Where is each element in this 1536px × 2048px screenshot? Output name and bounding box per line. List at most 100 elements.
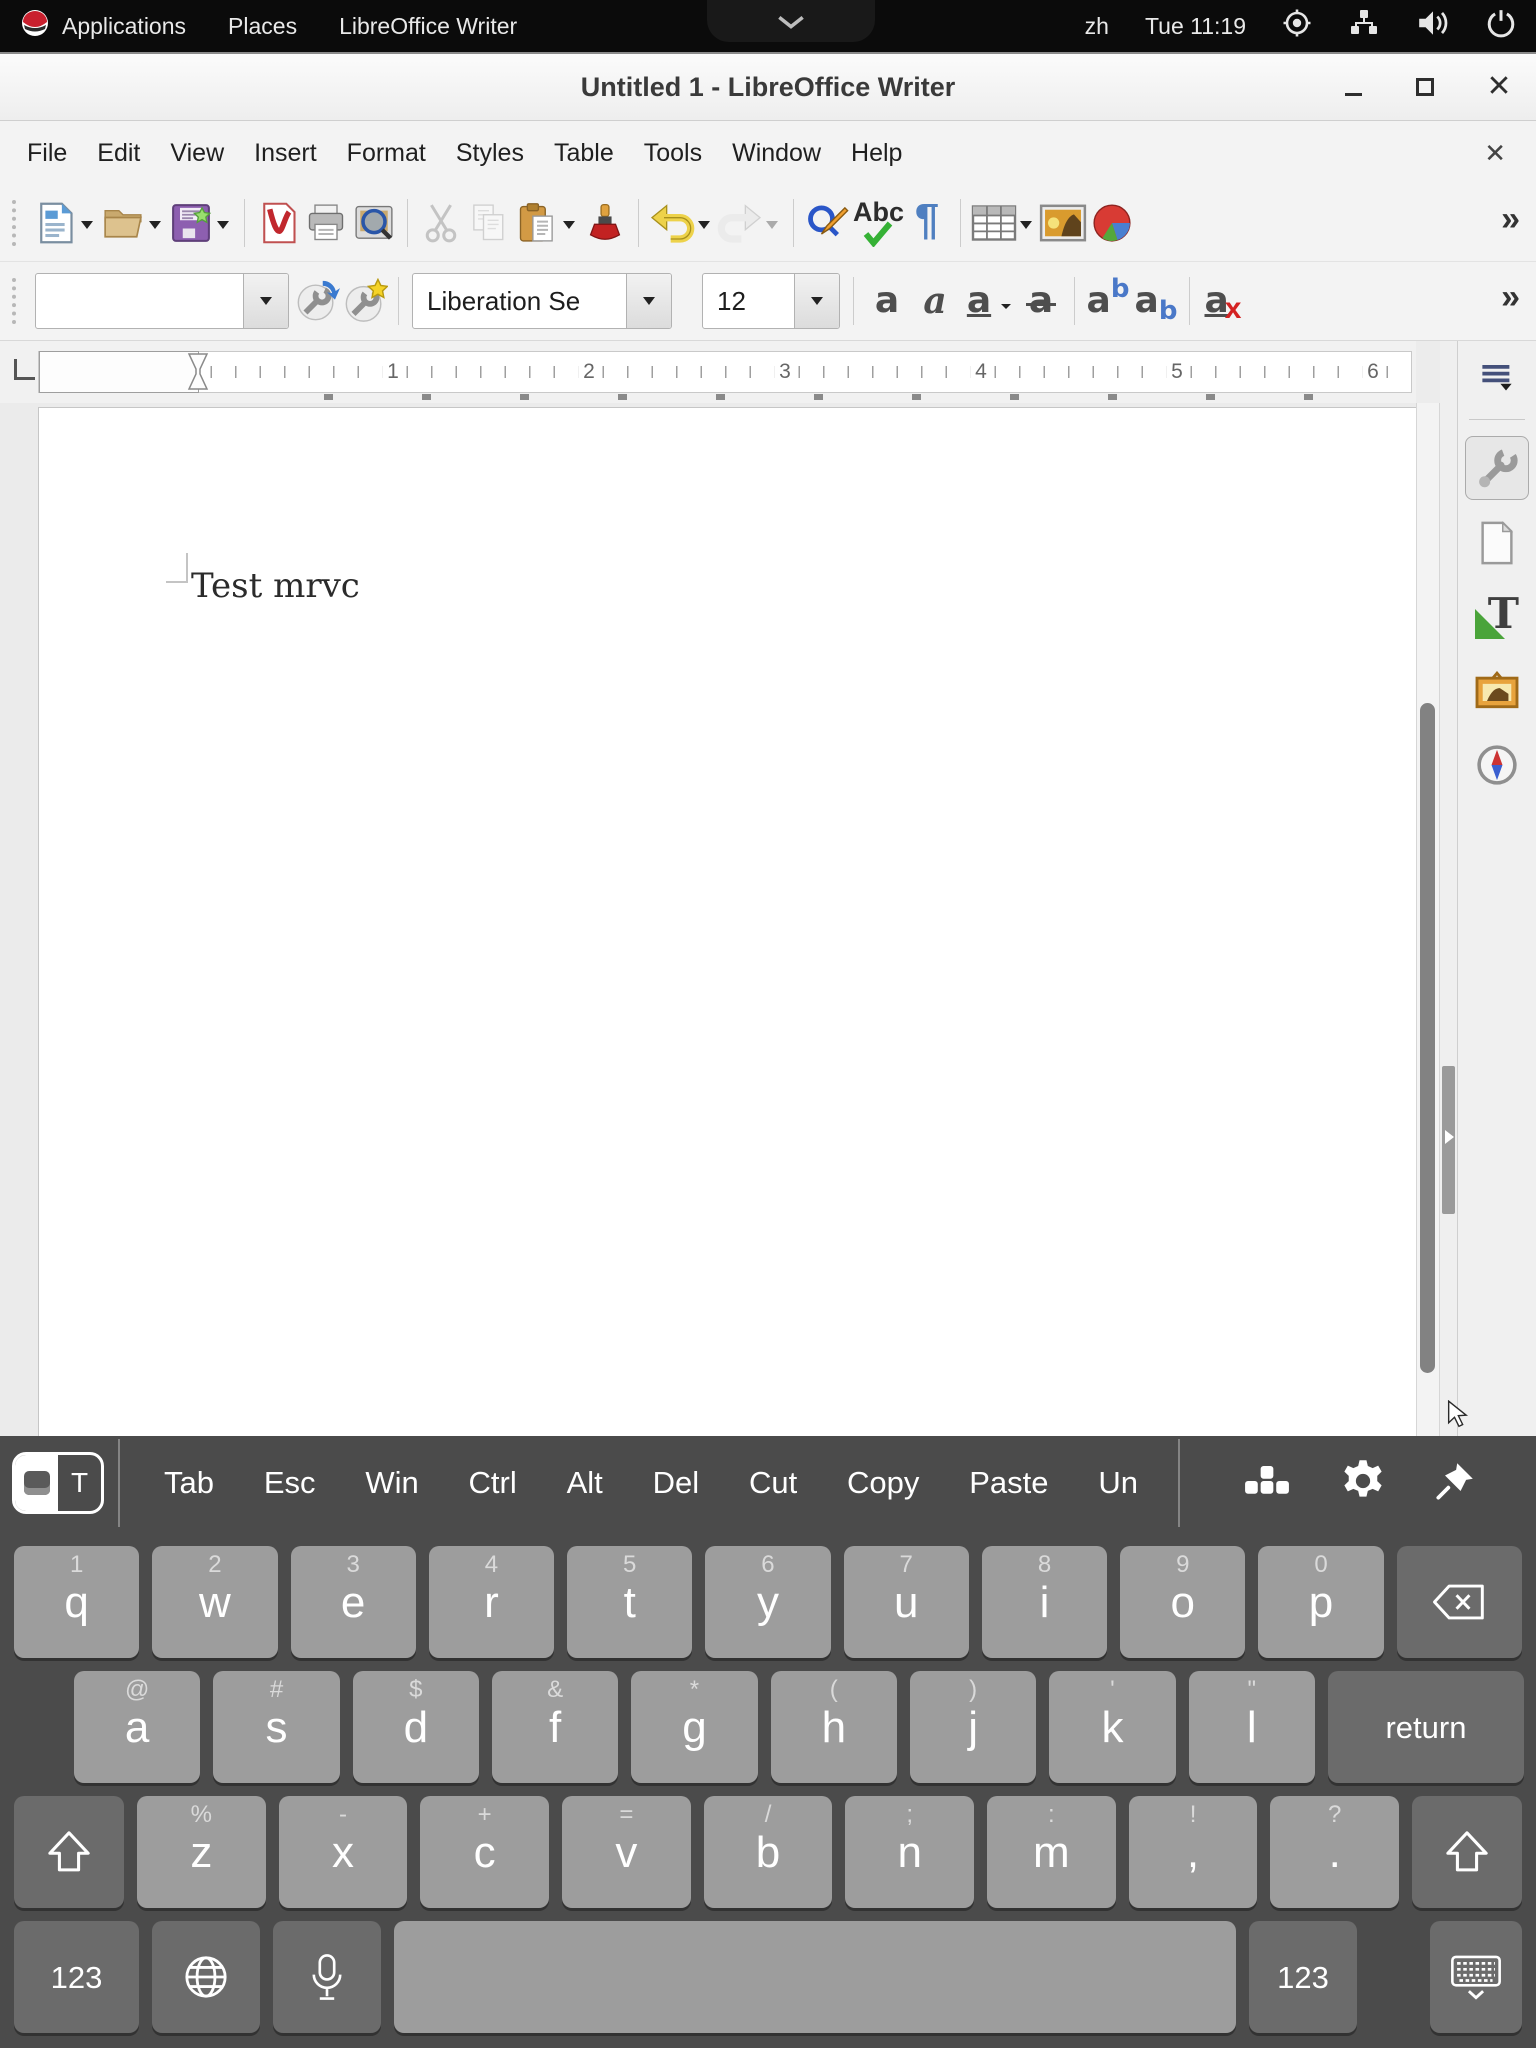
key-123[interactable]: 123 <box>14 1921 139 2033</box>
bold-button[interactable]: a <box>863 272 911 330</box>
utility-key-ctrl[interactable]: Ctrl <box>469 1465 517 1501</box>
utility-key-win[interactable]: Win <box>365 1465 418 1501</box>
sidebar-tab-styles[interactable]: T <box>1466 586 1528 648</box>
key-o[interactable]: 9o <box>1120 1546 1245 1658</box>
utility-key-alt[interactable]: Alt <box>567 1465 603 1501</box>
menu-styles[interactable]: Styles <box>441 139 539 168</box>
key-z[interactable]: %z <box>137 1796 266 1908</box>
close-button[interactable] <box>1488 74 1510 101</box>
new-style-button[interactable] <box>341 272 389 330</box>
active-app-menu[interactable]: LibreOffice Writer <box>339 13 517 40</box>
redo-button[interactable] <box>716 194 764 252</box>
key-p[interactable]: 0p <box>1258 1546 1383 1658</box>
key-q[interactable]: 1q <box>14 1546 139 1658</box>
keyboard-settings-gear-icon[interactable] <box>1340 1458 1386 1509</box>
key-globe[interactable] <box>152 1921 260 2033</box>
key-x[interactable]: -x <box>279 1796 408 1908</box>
key-i[interactable]: 8i <box>982 1546 1107 1658</box>
sidebar-tab-gallery[interactable] <box>1466 660 1528 722</box>
key-e[interactable]: 3e <box>291 1546 416 1658</box>
keyboard-pin-icon[interactable] <box>1435 1461 1475 1506</box>
minimize-button[interactable] <box>1345 93 1362 96</box>
clone-formatting-button[interactable] <box>581 194 629 252</box>
applications-menu[interactable]: Applications <box>20 8 186 44</box>
horizontal-ruler[interactable]: 123456 <box>38 351 1412 393</box>
key-123[interactable]: 123 <box>1249 1921 1357 2033</box>
key-punct[interactable]: ?. <box>1270 1796 1399 1908</box>
utility-key-cut[interactable]: Cut <box>749 1465 797 1501</box>
menu-edit[interactable]: Edit <box>82 139 155 168</box>
toolbar-drag-handle[interactable] <box>12 200 25 246</box>
copy-button[interactable] <box>465 194 513 252</box>
key-mic[interactable] <box>273 1921 381 2033</box>
print-preview-button[interactable] <box>350 194 398 252</box>
sidebar-tab-properties[interactable] <box>1465 436 1529 500</box>
key-a[interactable]: @a <box>74 1671 200 1783</box>
toolbar-overflow-button[interactable]: » <box>1501 200 1520 239</box>
key-f[interactable]: &f <box>492 1671 618 1783</box>
menu-tools[interactable]: Tools <box>629 139 717 168</box>
menu-window[interactable]: Window <box>717 139 836 168</box>
subscript-button[interactable]: ab <box>1132 272 1180 330</box>
key-d[interactable]: $d <box>353 1671 479 1783</box>
key-t[interactable]: 5t <box>567 1546 692 1658</box>
undo-button[interactable] <box>648 194 696 252</box>
redo-dropdown-arrow[interactable] <box>766 221 778 235</box>
key-m[interactable]: :m <box>987 1796 1116 1908</box>
print-button[interactable] <box>302 194 350 252</box>
paragraph-style-dropdown[interactable] <box>243 274 288 328</box>
scrollbar-thumb[interactable] <box>1420 703 1435 1373</box>
underline-button[interactable]: a <box>959 272 999 330</box>
accessibility-icon[interactable] <box>1282 8 1312 44</box>
insert-table-dropdown-arrow[interactable] <box>1020 221 1032 235</box>
underline-dropdown-arrow[interactable] <box>1001 304 1011 309</box>
new-document-button[interactable] <box>31 194 79 252</box>
extra-keys-layout-icon[interactable] <box>1243 1466 1291 1501</box>
key-u[interactable]: 7u <box>844 1546 969 1658</box>
tab-stop-type-selector[interactable] <box>14 359 35 380</box>
formatting-overflow-button[interactable]: » <box>1501 278 1520 317</box>
export-pdf-button[interactable] <box>254 194 302 252</box>
menu-file[interactable]: File <box>12 139 82 168</box>
new-dropdown-arrow[interactable] <box>81 221 93 235</box>
font-name-dropdown[interactable] <box>626 274 671 328</box>
key-g[interactable]: *g <box>631 1671 757 1783</box>
menu-table[interactable]: Table <box>539 139 629 168</box>
key-s[interactable]: #s <box>213 1671 339 1783</box>
document-page[interactable]: Test mrvc <box>38 407 1416 1439</box>
key-h[interactable]: (h <box>771 1671 897 1783</box>
key-w[interactable]: 2w <box>152 1546 277 1658</box>
message-tray-drawer[interactable] <box>707 0 875 42</box>
trackpad-mode-button[interactable] <box>15 1455 58 1511</box>
key-b[interactable]: /b <box>704 1796 833 1908</box>
sidebar-hide-grip[interactable] <box>1442 1066 1455 1214</box>
menu-view[interactable]: View <box>155 139 239 168</box>
utility-key-un[interactable]: Un <box>1098 1465 1138 1501</box>
clock[interactable]: Tue 11:19 <box>1145 13 1246 40</box>
utility-key-tab[interactable]: Tab <box>164 1465 214 1501</box>
key-r[interactable]: 4r <box>429 1546 554 1658</box>
text-mode-button[interactable]: T <box>58 1455 101 1511</box>
key-j[interactable]: )j <box>910 1671 1036 1783</box>
maximize-button[interactable] <box>1416 78 1434 96</box>
key-dismiss[interactable] <box>1430 1921 1522 2033</box>
sidebar-tab-navigator[interactable] <box>1466 734 1528 796</box>
open-dropdown-arrow[interactable] <box>149 221 161 235</box>
save-dropdown-arrow[interactable] <box>217 221 229 235</box>
spelling-button[interactable]: Abc <box>851 194 903 252</box>
paste-button[interactable] <box>513 194 561 252</box>
utility-key-esc[interactable]: Esc <box>264 1465 316 1501</box>
key-n[interactable]: ;n <box>845 1796 974 1908</box>
input-method-indicator[interactable]: zh <box>1085 13 1109 40</box>
insert-table-button[interactable] <box>970 194 1018 252</box>
font-size-combobox[interactable]: 12 <box>702 273 840 329</box>
key-return[interactable]: return <box>1328 1671 1524 1783</box>
key-space[interactable] <box>394 1921 1236 2033</box>
key-backspace[interactable] <box>1397 1546 1522 1658</box>
paste-dropdown-arrow[interactable] <box>563 221 575 235</box>
insert-image-button[interactable] <box>1038 194 1088 252</box>
sidebar-hide-handle[interactable] <box>1440 341 1457 1439</box>
update-style-button[interactable] <box>293 272 341 330</box>
close-document-icon[interactable]: ✕ <box>1484 138 1506 169</box>
volume-icon[interactable] <box>1416 8 1450 44</box>
